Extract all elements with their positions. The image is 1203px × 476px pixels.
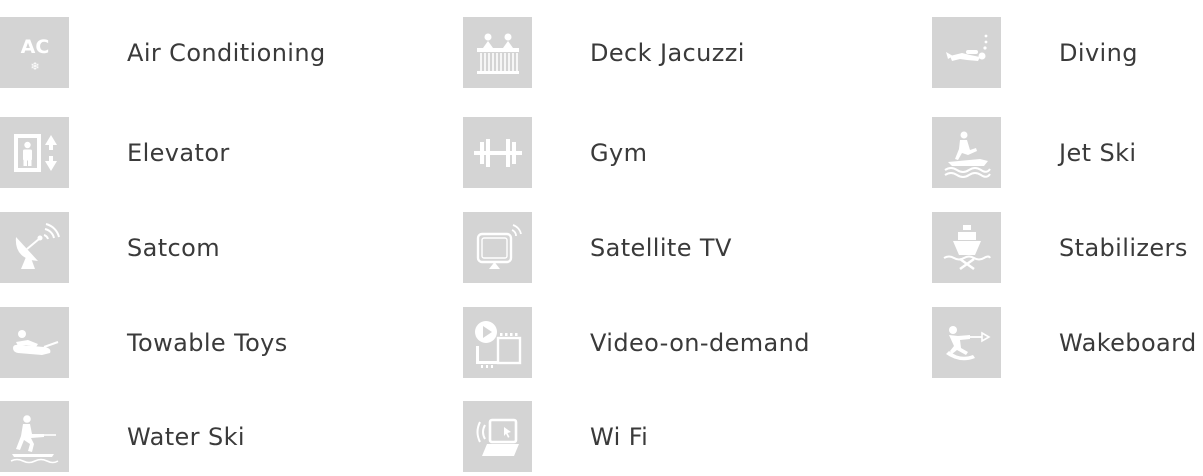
- amenity-satcom: Satcom: [0, 212, 220, 283]
- amenity-label: Water Ski: [127, 422, 245, 451]
- amenity-label: Elevator: [127, 138, 230, 167]
- amenity-label: Wakeboard: [1059, 328, 1197, 357]
- amenity-gym: Gym: [463, 117, 647, 188]
- jet-ski-icon: [932, 117, 1001, 188]
- amenity-label: Towable Toys: [127, 328, 288, 357]
- amenity-stabilizers: Stabilizers: [932, 212, 1188, 283]
- amenity-satellite-tv: Satellite TV: [463, 212, 732, 283]
- yacht-stabilizer-icon: [932, 212, 1001, 283]
- amenity-label: Air Conditioning: [127, 38, 326, 67]
- air-conditioning-icon: AC ❄: [0, 17, 69, 88]
- amenity-deck-jacuzzi: Deck Jacuzzi: [463, 17, 745, 88]
- video-film-icon: [463, 307, 532, 378]
- amenity-label: Video-on-demand: [590, 328, 810, 357]
- tv-icon: [463, 212, 532, 283]
- amenity-label: Jet Ski: [1059, 138, 1137, 167]
- amenity-label: Stabilizers: [1059, 233, 1188, 262]
- amenity-diving: Diving: [932, 17, 1138, 88]
- towable-tube-icon: [0, 307, 69, 378]
- amenity-video-on-demand: Video-on-demand: [463, 307, 810, 378]
- amenity-wakeboard: Wakeboard: [932, 307, 1197, 378]
- satellite-dish-icon: [0, 212, 69, 283]
- diver-icon: [932, 17, 1001, 88]
- svg-text:❄: ❄: [30, 60, 39, 73]
- amenity-jet-ski: Jet Ski: [932, 117, 1136, 188]
- amenity-label: Diving: [1059, 38, 1138, 67]
- svg-text:AC: AC: [20, 36, 49, 58]
- amenity-water-ski: Water Ski: [0, 401, 245, 472]
- wifi-laptop-icon: [463, 401, 532, 472]
- water-skier-icon: [0, 401, 69, 472]
- dumbbell-icon: [463, 117, 532, 188]
- amenity-elevator: Elevator: [0, 117, 230, 188]
- elevator-icon: [0, 117, 69, 188]
- amenity-wifi: Wi Fi: [463, 401, 648, 472]
- amenity-label: Gym: [590, 138, 648, 167]
- amenity-label: Satcom: [127, 233, 221, 262]
- amenity-towable-toys: Towable Toys: [0, 307, 288, 378]
- wakeboarder-icon: [932, 307, 1001, 378]
- amenity-label: Satellite TV: [590, 233, 732, 262]
- amenities-grid: AC ❄ Air Conditioning Deck Jacuzzi Divin…: [0, 0, 1203, 476]
- amenity-label: Deck Jacuzzi: [590, 38, 745, 67]
- amenity-label: Wi Fi: [590, 422, 649, 451]
- jacuzzi-icon: [463, 17, 532, 88]
- amenity-air-conditioning: AC ❄ Air Conditioning: [0, 17, 326, 88]
